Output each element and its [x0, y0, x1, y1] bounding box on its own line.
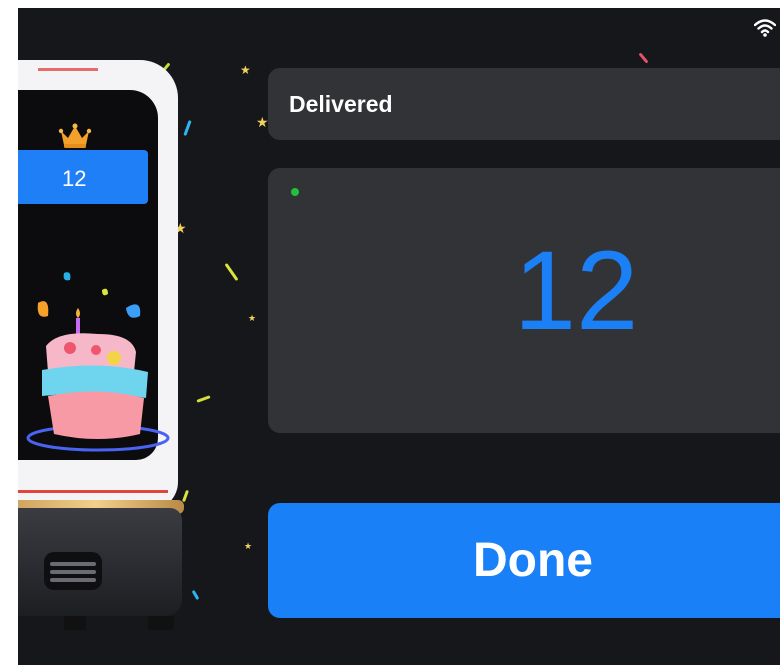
- star-icon: ★: [248, 313, 257, 323]
- robot-wheel: [148, 616, 174, 630]
- robot-wheel: [64, 616, 86, 630]
- crown-icon: [58, 123, 92, 148]
- order-number: 12: [513, 228, 639, 353]
- confetti-piece: [638, 52, 649, 64]
- app-screen: ★ ★ ★ ★ ★ 12 Delivered 12 Done: [18, 8, 780, 665]
- star-icon: ★: [240, 63, 251, 77]
- done-button[interactable]: Done: [268, 503, 780, 618]
- robot-accent: [18, 490, 168, 493]
- status-label: Delivered: [289, 91, 393, 117]
- online-status-dot: [291, 188, 299, 196]
- star-icon: ★: [256, 114, 269, 130]
- robot-accent: [38, 68, 98, 71]
- robot-table-number: 12: [62, 166, 87, 191]
- done-button-label: Done: [473, 534, 593, 587]
- star-icon: ★: [244, 541, 253, 551]
- confetti-piece: [224, 262, 239, 282]
- birthday-cake-icon: [26, 272, 170, 452]
- wifi-icon: [754, 19, 776, 37]
- robot-speaker-grille: [44, 552, 102, 590]
